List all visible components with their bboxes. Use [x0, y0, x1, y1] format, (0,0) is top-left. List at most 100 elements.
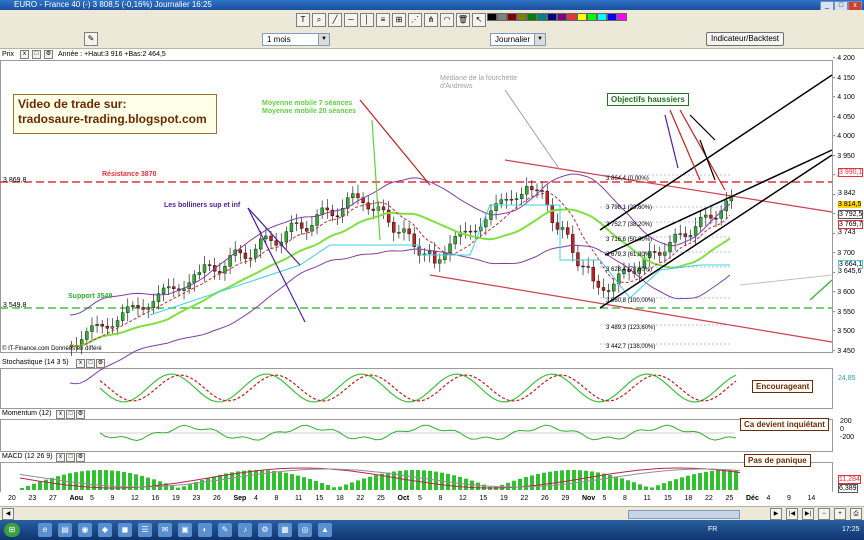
color-swatch[interactable]	[567, 13, 577, 21]
x-tick: 22	[520, 495, 529, 502]
app-icon[interactable]: ◐	[198, 523, 212, 537]
color-swatch[interactable]	[577, 13, 587, 21]
color-swatch[interactable]	[497, 13, 507, 21]
fan-tool-icon[interactable]: ⋰	[408, 13, 422, 27]
candle-body	[658, 252, 662, 256]
scroll-thumb[interactable]	[628, 510, 740, 519]
color-swatch[interactable]	[607, 13, 617, 21]
panel-close-icon[interactable]: x	[20, 50, 29, 59]
app-icon[interactable]: ♪	[238, 523, 252, 537]
fib-label: 3 752,7 (38,20%)	[606, 222, 653, 228]
horizontal-line-icon[interactable]: ─	[344, 13, 358, 27]
x-tick: 11	[295, 495, 303, 502]
andrews-tool-icon[interactable]: ⋔	[424, 13, 438, 27]
panel-restore-icon[interactable]: □	[66, 410, 75, 419]
line-tool-icon[interactable]: ╱	[328, 13, 342, 27]
app-icon[interactable]: ✉	[158, 523, 172, 537]
date-x-axis: 20 23 27 Aou 5 9 12 16 19 23 26 Sep 4 8 11 15 18 22 25 Oct 5…	[0, 492, 864, 506]
color-swatch[interactable]	[617, 13, 627, 21]
app-icon[interactable]: ◆	[98, 523, 112, 537]
step-back-icon[interactable]: |◀	[786, 508, 798, 520]
color-swatch[interactable]	[507, 13, 517, 21]
annotation-arrow	[809, 279, 833, 301]
candle-body	[386, 209, 391, 223]
zoom-tool-icon[interactable]: ⌕	[312, 13, 326, 27]
panel-restore-icon[interactable]: □	[66, 453, 75, 462]
language-indicator[interactable]: FR	[708, 526, 717, 533]
macd-bar	[626, 480, 630, 490]
macd-bar	[182, 486, 186, 490]
macd-bar	[350, 482, 354, 490]
clock: 17:25	[842, 526, 860, 533]
vertical-line-icon[interactable]: │	[360, 13, 374, 27]
interval-value: Journalier	[495, 35, 531, 44]
color-swatch[interactable]	[557, 13, 567, 21]
app-icon[interactable]: ✎	[218, 523, 232, 537]
channel-tool-icon[interactable]: ≡	[376, 13, 390, 27]
window-title: EURO - France 40 (-) 3 808,5 (-0,16%) Jo…	[14, 0, 212, 9]
folder-icon[interactable]: ▤	[58, 523, 72, 537]
text-tool-icon[interactable]: T	[296, 13, 310, 27]
x-tick: 4	[254, 495, 258, 502]
app-icon[interactable]: ◎	[298, 523, 312, 537]
app-icon[interactable]: ▣	[178, 523, 192, 537]
candle-body	[591, 266, 595, 282]
color-swatch[interactable]	[487, 13, 497, 21]
macd-bar	[662, 483, 666, 490]
macd-bar	[230, 472, 234, 490]
macd-bar	[284, 472, 288, 490]
macd-bar	[320, 482, 324, 490]
candle-body	[473, 230, 478, 233]
macd-bar	[278, 471, 282, 490]
panel-restore-icon[interactable]: □	[32, 50, 41, 59]
color-swatch[interactable]	[597, 13, 607, 21]
candle-body	[264, 235, 268, 240]
draw-mode-icon[interactable]: ✎	[84, 32, 98, 46]
panel-close-icon[interactable]: x	[56, 453, 65, 462]
macd-bar	[146, 477, 150, 490]
macd-bar	[344, 484, 348, 490]
app-icon[interactable]: ☰	[138, 523, 152, 537]
x-tick: 25	[725, 495, 734, 502]
candle-body	[325, 207, 329, 211]
print-icon[interactable]: ⎙	[850, 508, 862, 520]
scroll-left-icon[interactable]: ◀	[2, 508, 14, 520]
cursor-tool-icon[interactable]: ↖	[472, 13, 486, 27]
panel-settings-icon[interactable]: ⚙	[76, 453, 85, 462]
candle-body	[663, 251, 667, 256]
color-swatch[interactable]	[517, 13, 527, 21]
interval-select[interactable]: Journalier ▼	[490, 33, 546, 46]
scroll-right-icon[interactable]: ▶	[770, 508, 782, 520]
panel-settings-icon[interactable]: ⚙	[44, 50, 53, 59]
arc-tool-icon[interactable]: ◠	[440, 13, 454, 27]
color-swatch[interactable]	[527, 13, 537, 21]
period-select[interactable]: 1 mois ▼	[262, 33, 330, 46]
panel-settings-icon[interactable]: ⚙	[76, 410, 85, 419]
chart-scrollbar[interactable]: ◀ ▶ |◀ ▶| − + ⎙	[0, 506, 864, 521]
macd-bar	[686, 475, 690, 490]
app-icon[interactable]: ▦	[278, 523, 292, 537]
x-tick: 20	[8, 495, 16, 502]
color-swatch[interactable]	[547, 13, 557, 21]
app-icon[interactable]: ◼	[118, 523, 132, 537]
candle-body	[115, 320, 120, 327]
panel-restore-icon[interactable]: □	[86, 359, 95, 368]
zoom-in-icon[interactable]: +	[834, 508, 846, 520]
browser-icon[interactable]: e	[38, 523, 52, 537]
panel-close-icon[interactable]: x	[56, 410, 65, 419]
panel-settings-icon[interactable]: ⚙	[96, 359, 105, 368]
color-swatch[interactable]	[587, 13, 597, 21]
candle-body	[586, 266, 590, 268]
fibonacci-tool-icon[interactable]: ⊞	[392, 13, 406, 27]
zoom-out-icon[interactable]: −	[818, 508, 830, 520]
start-button[interactable]: ⊞	[4, 523, 20, 537]
app-icon[interactable]: ▲	[318, 523, 332, 537]
app-icon[interactable]: ⚙	[258, 523, 272, 537]
app-icon[interactable]: ◉	[78, 523, 92, 537]
panel-close-icon[interactable]: x	[76, 359, 85, 368]
step-forward-icon[interactable]: ▶|	[802, 508, 814, 520]
price-tag: 3 769,7	[838, 220, 864, 229]
indicator-backtest-button[interactable]: Indicateur/Backtest	[706, 32, 784, 46]
trash-icon[interactable]: 🗑	[456, 13, 470, 27]
color-swatch[interactable]	[537, 13, 547, 21]
